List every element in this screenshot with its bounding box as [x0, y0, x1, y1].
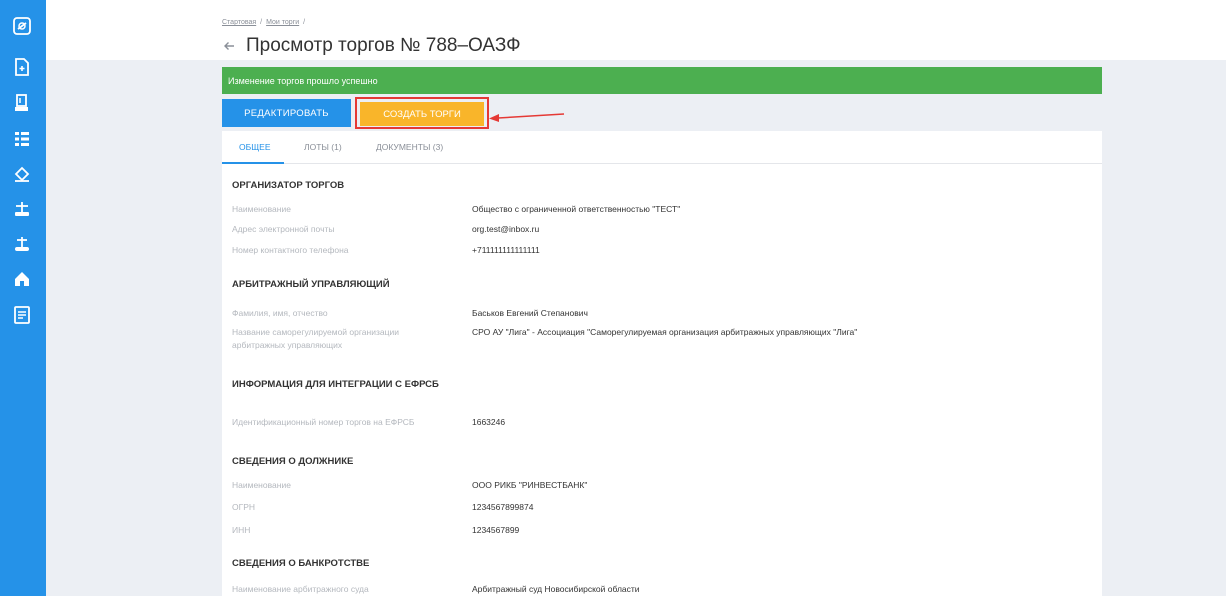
- auction-icon[interactable]: [12, 164, 32, 184]
- back-arrow-icon[interactable]: [222, 39, 236, 53]
- debtor-inn-label: ИНН: [232, 525, 251, 535]
- section-title-bankruptcy: СВЕДЕНИЯ О БАНКРОТСТВЕ: [232, 558, 370, 569]
- debtor-ogrn-label: ОГРН: [232, 502, 256, 512]
- tab-documents[interactable]: ДОКУМЕНТЫ (3): [376, 142, 443, 152]
- tab-general[interactable]: ОБЩЕЕ: [239, 142, 271, 152]
- bankruptcy-court-value: Арбитражный суд Новосибирской области: [472, 584, 640, 594]
- success-banner-text: Изменение торгов прошло успешно: [228, 75, 378, 86]
- organizer-email-label: Адрес электронной почты: [232, 224, 335, 234]
- home-icon[interactable]: [12, 269, 32, 289]
- section-title-debtor: СВЕДЕНИЯ О ДОЛЖНИКЕ: [232, 456, 354, 467]
- scales-alt-icon[interactable]: [12, 234, 32, 254]
- document-icon[interactable]: [12, 57, 32, 77]
- efrsb-id-value: 1663246: [472, 417, 506, 427]
- logo-icon[interactable]: [12, 16, 32, 36]
- title-row: Просмотр торгов № 788–ОАЗФ: [222, 34, 521, 58]
- tabs-bar: ОБЩЕЕ ЛОТЫ (1) ДОКУМЕНТЫ (3): [222, 131, 1102, 164]
- sidebar: [0, 0, 46, 596]
- tab-lots[interactable]: ЛОТЫ (1): [304, 142, 342, 152]
- section-title-efrsb: ИНФОРМАЦИЯ ДЛЯ ИНТЕГРАЦИИ С ЕФРСБ: [232, 379, 439, 390]
- manager-fio-label: Фамилия, имя, отчество: [232, 308, 328, 318]
- organizer-phone-label: Номер контактного телефона: [232, 245, 349, 255]
- section-title-organizer: ОРГАНИЗАТОР ТОРГОВ: [232, 180, 345, 191]
- organizer-name-value: Общество с ограниченной ответственностью…: [472, 204, 681, 214]
- trade-details-card: ОБЩЕЕ ЛОТЫ (1) ДОКУМЕНТЫ (3) ОРГАНИЗАТОР…: [222, 131, 1102, 596]
- debtor-name-value: ООО РИКБ "РИНВЕСТБАНК": [472, 480, 588, 490]
- gavel-icon[interactable]: [12, 93, 32, 113]
- debtor-name-label: Наименование: [232, 480, 291, 490]
- breadcrumb-home-link[interactable]: Стартовая: [222, 19, 256, 26]
- page-title: Просмотр торгов № 788–ОАЗФ: [246, 35, 521, 56]
- create-trades-button[interactable]: СОЗДАТЬ ТОРГИ: [360, 102, 484, 126]
- breadcrumb-separator: /: [303, 19, 306, 26]
- breadcrumb-my-trades-link[interactable]: Мои торги: [266, 19, 299, 26]
- create-button-highlight: СОЗДАТЬ ТОРГИ: [355, 97, 489, 129]
- manager-sro-label: Название саморегулируемой организации ар…: [232, 327, 399, 350]
- edit-button[interactable]: РЕДАКТИРОВАТЬ: [222, 99, 351, 127]
- active-tab-indicator: [222, 162, 284, 164]
- success-banner: Изменение торгов прошло успешно: [222, 67, 1102, 94]
- annotation-arrow-icon: [489, 113, 565, 122]
- breadcrumb-separator: /: [260, 19, 263, 26]
- section-title-manager: АРБИТРАЖНЫЙ УПРАВЛЯЮЩИЙ: [232, 279, 390, 290]
- efrsb-id-label: Идентификационный номер торгов на ЕФРСБ: [232, 417, 415, 427]
- manager-fio-value: Баськов Евгений Степанович: [472, 308, 588, 318]
- main-area: Стартовая / Мои торги / Просмотр торгов № 7…: [46, 0, 1226, 596]
- manager-sro-value: СРО АУ "Лига" - Ассоциация "Саморегулиру…: [472, 327, 858, 337]
- contract-icon[interactable]: [12, 305, 32, 325]
- bankruptcy-court-label: Наименование арбитражного суда: [232, 584, 369, 594]
- list-icon[interactable]: [12, 129, 32, 149]
- debtor-ogrn-value: 1234567899874: [472, 502, 534, 512]
- organizer-email-value: org.test@inbox.ru: [472, 224, 540, 234]
- scales-icon[interactable]: [12, 199, 32, 219]
- debtor-inn-value: 1234567899: [472, 525, 520, 535]
- organizer-phone-value: +711111111111111: [472, 245, 540, 255]
- breadcrumb: Стартовая / Мои торги /: [222, 19, 309, 26]
- organizer-name-label: Наименование: [232, 204, 291, 214]
